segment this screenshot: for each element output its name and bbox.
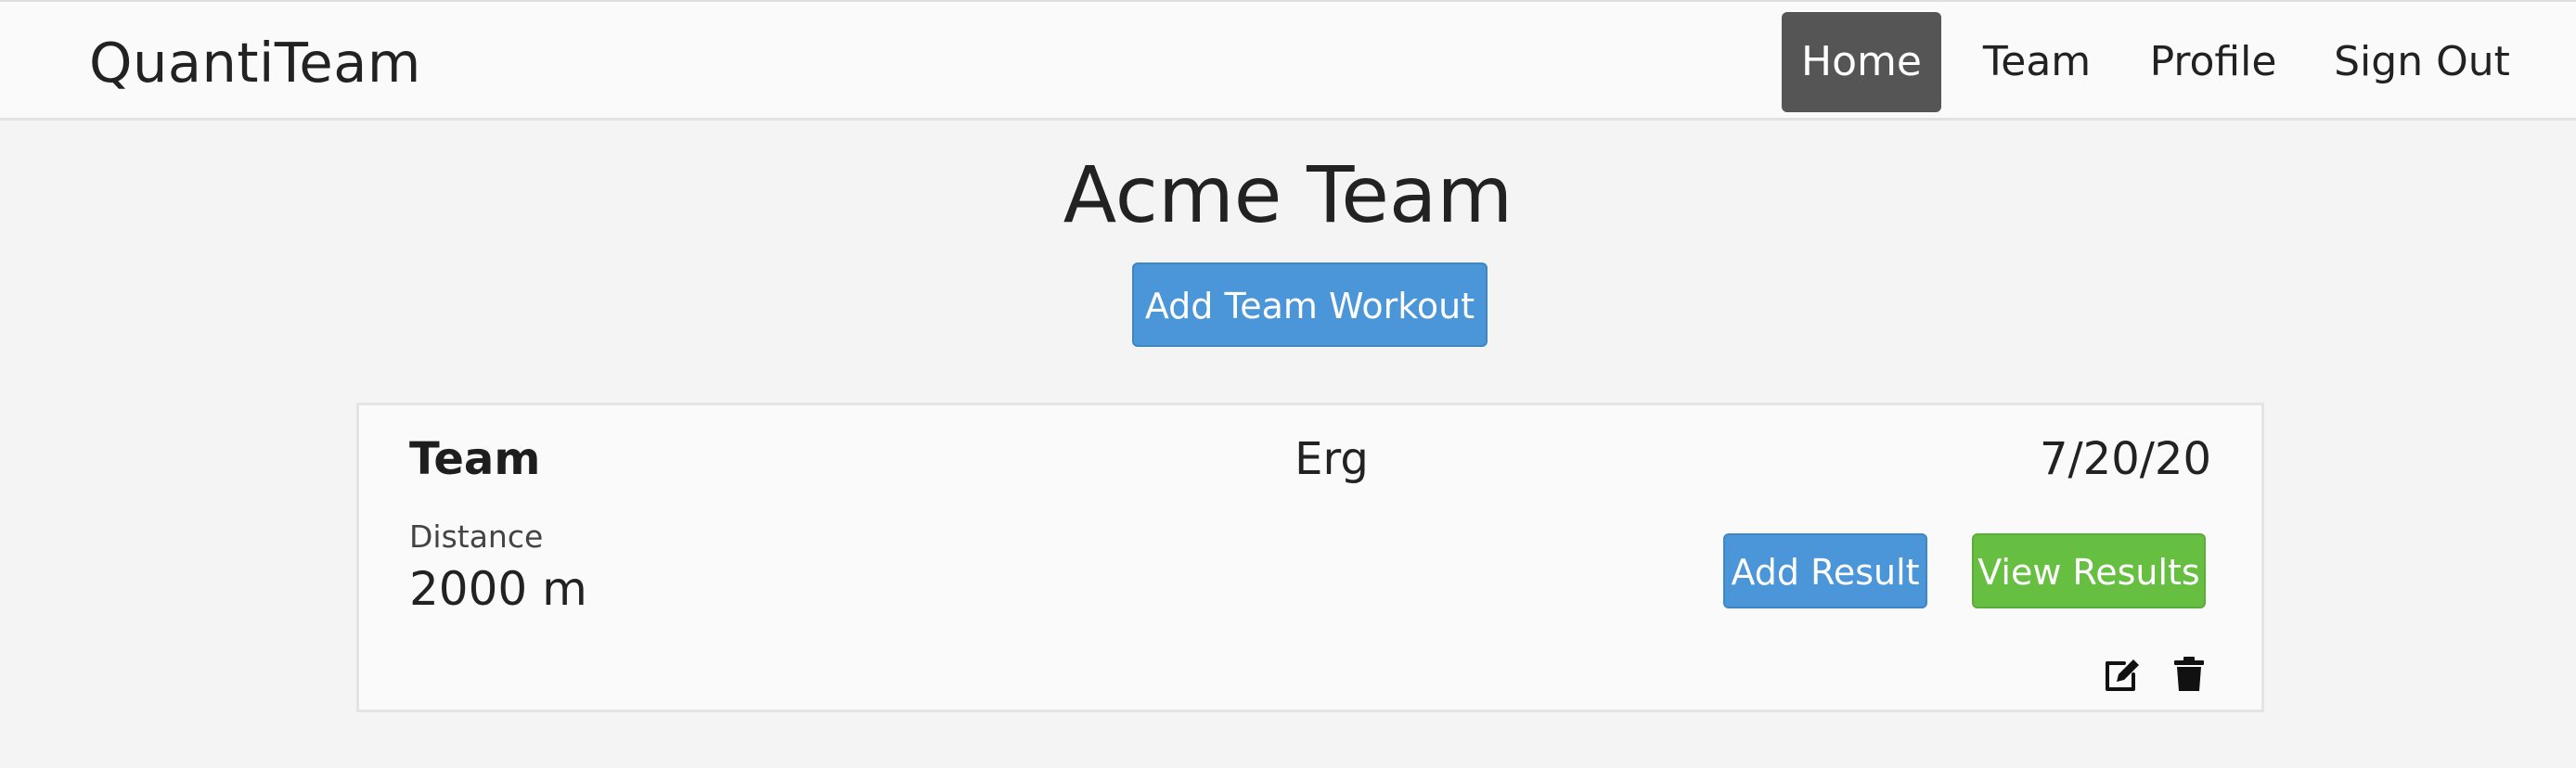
workout-card: Team Erg 7/20/20 Distance 2000 m Add Res… <box>356 403 2264 712</box>
workout-type: Team <box>409 433 541 485</box>
metric-label: Distance <box>409 518 544 555</box>
workout-date: 7/20/20 <box>2039 433 2211 485</box>
nav-home[interactable]: Home <box>1782 12 1941 112</box>
add-team-workout-button[interactable]: Add Team Workout <box>1132 262 1488 347</box>
nav-sign-out[interactable]: Sign Out <box>2320 12 2524 112</box>
page-title: Acme Team <box>1063 149 1513 240</box>
add-result-button[interactable]: Add Result <box>1723 533 1927 608</box>
metric-value: 2000 m <box>409 562 587 616</box>
view-results-button[interactable]: View Results <box>1972 533 2206 608</box>
top-navbar: QuantiTeam Home Team Profile Sign Out <box>0 0 2576 121</box>
nav-profile[interactable]: Profile <box>2134 12 2292 112</box>
edit-icon[interactable] <box>2102 654 2143 695</box>
brand-logo[interactable]: QuantiTeam <box>89 30 421 96</box>
workout-category: Erg <box>1294 433 1369 485</box>
nav-team[interactable]: Team <box>1967 12 2106 112</box>
trash-icon[interactable] <box>2169 654 2209 695</box>
